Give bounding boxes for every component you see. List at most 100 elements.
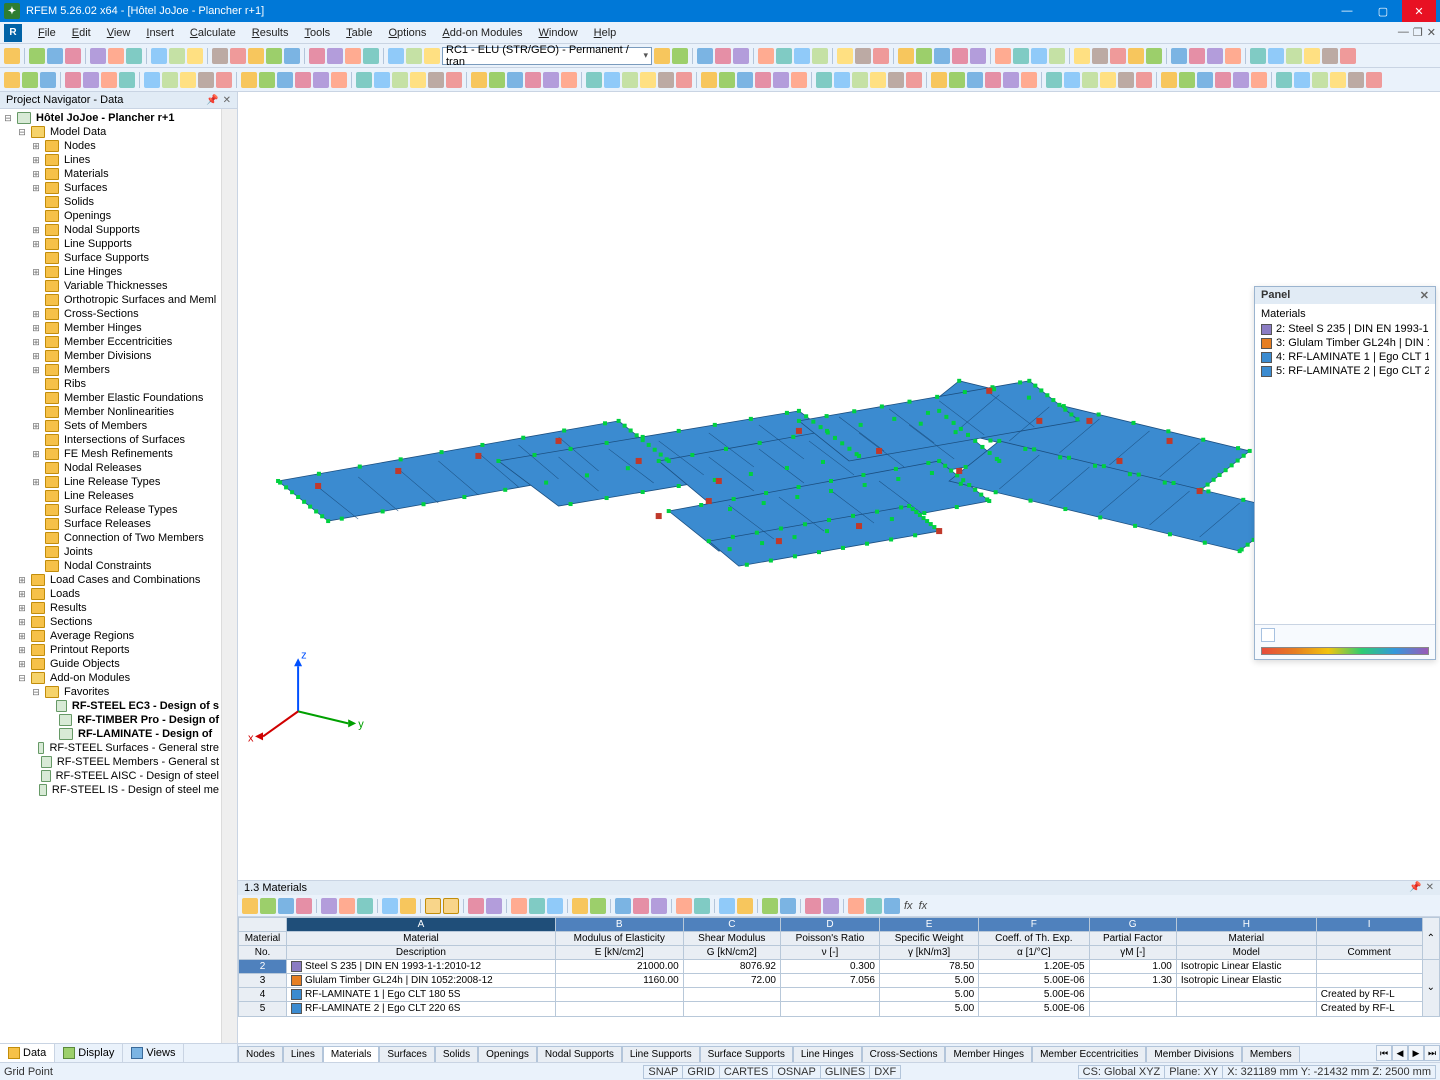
toolbar-button[interactable] [1046,72,1062,88]
tree-item[interactable]: ⊞Printout Reports [0,643,221,657]
toolbar-button[interactable] [776,48,792,64]
mdi-minimize-icon[interactable]: — [1398,26,1409,39]
toolbar-button[interactable] [1233,72,1249,88]
menu-results[interactable]: Results [244,25,297,41]
toolbar-button[interactable] [1031,48,1047,64]
toolbar-button[interactable] [622,72,638,88]
toolbar-button[interactable] [1092,48,1108,64]
toolbar-button[interactable] [507,72,523,88]
toolbar-button[interactable] [1304,48,1320,64]
toolbar-button[interactable] [1268,48,1284,64]
toolbar-button[interactable] [794,48,810,64]
status-toggle[interactable]: GLINES [820,1065,870,1079]
table-tab[interactable]: Nodal Supports [537,1046,622,1062]
toolbar-button[interactable] [428,72,444,88]
menu-add-on-modules[interactable]: Add-on Modules [434,25,530,41]
nav-tab-data[interactable]: Data [0,1043,55,1062]
toolbar-button[interactable] [658,72,674,88]
toolbar-button[interactable] [995,48,1011,64]
table-toolbutton[interactable] [615,898,631,914]
table-toolbutton[interactable] [547,898,563,914]
table-toolbutton[interactable] [242,898,258,914]
toolbar-button[interactable] [852,72,868,88]
tree-item[interactable]: Variable Thicknesses [0,279,221,293]
toolbar-button[interactable] [1082,72,1098,88]
table-toolbutton[interactable] [780,898,796,914]
tree-item[interactable]: ⊟Add-on Modules [0,671,221,685]
panel-toolbutton[interactable] [1261,628,1275,642]
toolbar-button[interactable] [1074,48,1090,64]
table-toolbutton[interactable] [762,898,778,914]
table-toolbutton[interactable] [296,898,312,914]
table-tab[interactable]: Member Eccentricities [1032,1046,1146,1062]
toolbar-button[interactable] [812,48,828,64]
toolbar-button[interactable] [604,72,620,88]
table-toolbutton[interactable] [823,898,839,914]
tree-item[interactable]: ⊞Line Supports [0,237,221,251]
toolbar-button[interactable] [1322,48,1338,64]
toolbar-button[interactable] [356,72,372,88]
toolbar-button[interactable] [47,48,63,64]
toolbar-button[interactable] [1146,48,1162,64]
table-tab[interactable]: Members [1242,1046,1300,1062]
toolbar-button[interactable] [1161,72,1177,88]
menu-window[interactable]: Window [531,25,586,41]
toolbar-button[interactable] [1251,72,1267,88]
table-tab[interactable]: Nodes [238,1046,283,1062]
tree-item[interactable]: RF-STEEL IS - Design of steel me [0,783,221,797]
table-toolbutton[interactable] [884,898,900,914]
table-toolbutton[interactable] [382,898,398,914]
toolbar-button[interactable] [345,48,361,64]
toolbar-button[interactable] [309,48,325,64]
toolbar-button[interactable] [1330,72,1346,88]
menu-help[interactable]: Help [586,25,625,41]
toolbar-button[interactable] [90,48,106,64]
table-toolbutton[interactable] [278,898,294,914]
toolbar-button[interactable] [676,72,692,88]
toolbar-button[interactable] [216,72,232,88]
menu-calculate[interactable]: Calculate [182,25,244,41]
menu-tools[interactable]: Tools [296,25,338,41]
toolbar-button[interactable] [471,72,487,88]
tree-item[interactable]: ⊞Sections [0,615,221,629]
toolbar-button[interactable] [198,72,214,88]
toolbar-button[interactable] [586,72,602,88]
tree-item[interactable]: Surface Supports [0,251,221,265]
tree-item[interactable]: ⊞Member Hinges [0,321,221,335]
toolbar-button[interactable] [1197,72,1213,88]
toolbar-button[interactable] [151,48,167,64]
toolbar-button[interactable] [952,48,968,64]
table-tab[interactable]: Openings [478,1046,537,1062]
toolbar-button[interactable] [1207,48,1223,64]
tree-item[interactable]: Connection of Two Members [0,531,221,545]
table-toolbutton[interactable] [468,898,484,914]
tree-item[interactable]: ⊞Materials [0,167,221,181]
table-toolbutton[interactable] [529,898,545,914]
toolbar-button[interactable] [654,48,670,64]
toolbar-button[interactable] [719,72,735,88]
toolbar-button[interactable] [277,72,293,88]
tree-item[interactable]: RF-LAMINATE - Design of [0,727,221,741]
toolbar-button[interactable] [916,48,932,64]
toolbar-button[interactable] [22,72,38,88]
toolbar-button[interactable] [758,48,774,64]
toolbar-button[interactable] [855,48,871,64]
tree-item[interactable]: Openings [0,209,221,223]
table-tab[interactable]: Surfaces [379,1046,434,1062]
toolbar-button[interactable] [374,72,390,88]
table-toolbutton[interactable] [676,898,692,914]
status-toggle[interactable]: DXF [869,1065,901,1079]
table-toolbutton[interactable] [651,898,667,914]
toolbar-button[interactable] [4,72,20,88]
toolbar-button[interactable] [1110,48,1126,64]
tree-item[interactable]: ⊞Line Release Types [0,475,221,489]
tree-item[interactable]: Ribs [0,377,221,391]
tree-item[interactable]: Surface Releases [0,517,221,531]
tree-item[interactable]: RF-STEEL AISC - Design of steel [0,769,221,783]
toolbar-button[interactable] [1021,72,1037,88]
tree-item[interactable]: Nodal Constraints [0,559,221,573]
tree-item[interactable]: RF-STEEL Surfaces - General stre [0,741,221,755]
status-toggle[interactable]: SNAP [643,1065,683,1079]
tree-item[interactable]: ⊞Lines [0,153,221,167]
table-tab[interactable]: Materials [323,1046,380,1062]
